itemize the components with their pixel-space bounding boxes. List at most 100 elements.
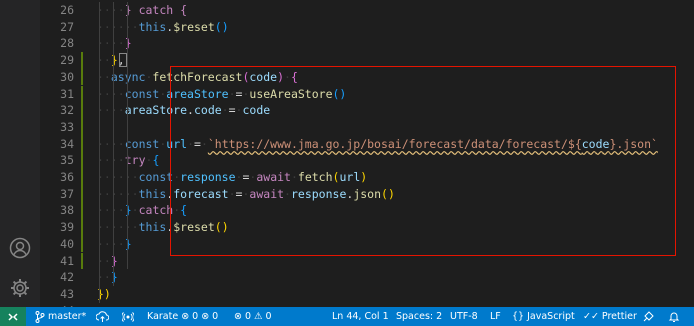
prettier-status[interactable]: ✓✓ Prettier [583,307,637,326]
git-modified-gutter-marker [81,118,83,136]
status-bar: master* Karate ⊗ 0 ⊗ 0 ⊗ 0 ⚠ 0 Ln 44, Col 1 … [0,307,694,326]
sync-icon[interactable] [96,307,109,326]
problems-error-count: 0 [244,311,252,322]
git-modified-gutter-marker [81,252,83,270]
code-text: ····} catch { [97,3,188,17]
encoding-label: UTF-8 [450,311,478,322]
eol-setting[interactable]: LF [490,307,501,326]
line-number: 32 [60,103,74,118]
code-line[interactable]: 27 ······this.$reset() [40,19,694,36]
code-text: ······this.forecast·=·await·response.jso… [97,186,395,201]
git-modified-gutter-marker [81,185,83,203]
git-modified-gutter-marker [81,219,83,236]
line-number: 34 [60,136,74,151]
cursor-position-label: Ln 44, Col 1 [332,311,389,322]
git-branch-item[interactable]: master* [35,307,86,326]
code-text: ····areaStore.code·=·code [97,103,271,118]
line-number: 40 [60,236,74,251]
braces-icon: {} [512,311,525,322]
line-number: 33 [60,119,74,134]
indentation-label: Spaces: 2 [396,311,443,322]
git-modified-gutter-marker [81,52,83,69]
code-line[interactable]: 33 [40,118,694,136]
indent-guide [112,2,114,286]
code-text: ····try·{ [97,153,160,168]
code-text: ····const·url·=·`https://www.jma.go.jp/b… [97,136,658,151]
encoding-setting[interactable]: UTF-8 [450,307,478,326]
code-text: ··} [97,253,118,268]
code-line[interactable]: 26 ····} catch { [40,2,694,19]
git-branch-label: master* [48,311,87,322]
indentation-setting[interactable]: Spaces: 2 [396,307,442,326]
karate-label: Karate [147,311,179,322]
git-modified-gutter-marker [81,169,83,186]
language-label: JavaScript [527,311,575,322]
code-line[interactable]: 43}) [40,286,694,303]
notifications-bell-icon[interactable] [668,307,680,326]
code-line[interactable]: 35 ····try·{ [40,152,694,169]
code-text: ····}·catch·{ [97,203,188,218]
git-branch-icon [35,310,45,323]
git-modified-gutter-marker [81,202,83,220]
problems-warning-count: 0 [265,311,272,322]
code-line[interactable]: 32 ····areaStore.code·=·code [40,102,694,119]
code-line[interactable]: 31 ····const·areaStore·=·useAreaStore() [40,85,694,103]
code-text: ··} [97,270,118,285]
live-share-icon[interactable] [122,307,134,326]
line-number: 42 [60,270,74,285]
account-icon[interactable] [8,236,32,260]
line-number: 27 [60,19,74,34]
karate-error-count: 0 [192,311,199,322]
problems-status[interactable]: ⊗ 0 ⚠ 0 [234,307,272,326]
git-modified-gutter-marker [81,135,83,153]
error-icon: ⊗ [234,311,242,322]
code-line[interactable]: 30 ··async·fetchForecast(code)·{ [40,68,694,86]
code-line[interactable]: 34 ····const·url·=·`https://www.jma.go.jp… [40,135,694,153]
code-text: ······const·response·=·await·fetch(url) [97,170,368,184]
eol-label: LF [490,311,501,322]
warning-triangle-icon: ⚠ [254,311,263,322]
code-line[interactable]: 39 ······this.$reset() [40,219,694,236]
git-modified-gutter-marker [81,85,83,103]
git-modified-gutter-marker [81,152,83,169]
code-text: ····const·areaStore·=·useAreaStore() [97,86,347,101]
line-number: 31 [60,86,74,101]
cursor-position[interactable]: Ln 44, Col 1 [332,307,389,326]
line-number: 39 [60,220,74,235]
karate-status[interactable]: Karate ⊗ 0 ⊗ 0 [147,307,218,326]
feedback-icon[interactable] [642,307,654,326]
git-modified-gutter-marker [81,235,83,253]
gear-icon[interactable] [8,276,32,300]
warning-icon: ⊗ [201,311,210,322]
line-number: 37 [60,186,74,201]
code-text: ······this.$reset() [97,19,229,34]
line-number: 36 [60,170,74,184]
remote-indicator-icon[interactable] [0,307,26,326]
activity-bar [0,0,40,307]
git-modified-gutter-marker [81,68,83,86]
line-number: 43 [60,286,74,301]
code-line[interactable]: 38 ····}·catch·{ [40,202,694,220]
line-number: 28 [60,36,74,51]
language-mode[interactable]: {} JavaScript [512,307,575,326]
code-line[interactable]: 40 ····} [40,235,694,253]
code-line[interactable]: 41 ··} [40,252,694,270]
code-line[interactable]: 29 ··}, [40,52,694,69]
error-icon: ⊗ [181,311,190,322]
line-number: 41 [60,253,74,268]
indent-guide [126,2,128,270]
line-number: 30 [60,69,74,84]
code-editor[interactable]: 26 ····} catch {27 ······this.$reset() 28 ··… [40,0,694,318]
code-line[interactable]: 37 ······this.forecast·=·await·response.j… [40,185,694,203]
line-number: 38 [60,203,74,218]
indent-guide [99,2,100,303]
prettier-label: Prettier [601,311,637,322]
double-check-icon: ✓✓ [583,311,599,322]
code-line[interactable]: 42 ··} [40,269,694,286]
line-number: 26 [60,3,74,17]
code-line[interactable]: 28 ····} [40,35,694,52]
line-number: 35 [60,153,74,168]
code-text: ······this.$reset() [97,220,229,235]
bracket-match-highlight [118,53,127,68]
code-line[interactable]: 36 ······const·response·=·await·fetch(url… [40,169,694,186]
